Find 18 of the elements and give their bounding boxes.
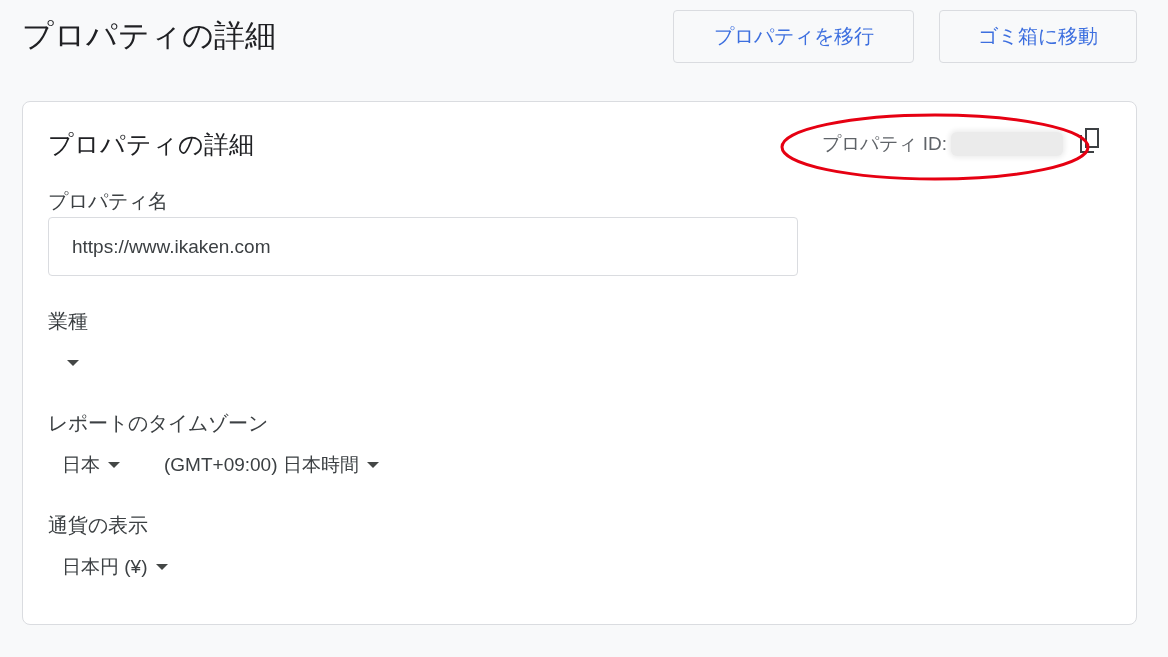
field-label: 通貨の表示: [48, 513, 149, 537]
dropdown[interactable]: (GMT+09:00) 日本時間: [150, 450, 393, 480]
caret-icon: [155, 564, 168, 570]
page-title: プロパティの詳細: [22, 17, 276, 55]
action-button[interactable]: ゴミ箱に移動: [939, 9, 1137, 63]
property-id-label: プロパティ ID:: [822, 132, 947, 156]
caret-icon: [108, 462, 120, 468]
dropdown[interactable]: 日本円 (¥): [48, 552, 182, 582]
field-label: レポートのタイムゾーン: [48, 411, 269, 435]
action-button[interactable]: プロパティを移行: [673, 9, 914, 63]
dropdown[interactable]: 日本: [48, 450, 134, 480]
copy-icon[interactable]: [1079, 128, 1101, 154]
field-label: プロパティ名: [48, 189, 169, 213]
text-input-field[interactable]: https://www.ikaken.com: [48, 217, 798, 276]
field-label: 業種: [48, 309, 89, 333]
caret-icon: [366, 462, 379, 468]
card-title: プロパティの詳細: [48, 129, 254, 159]
caret-icon: [67, 360, 79, 366]
